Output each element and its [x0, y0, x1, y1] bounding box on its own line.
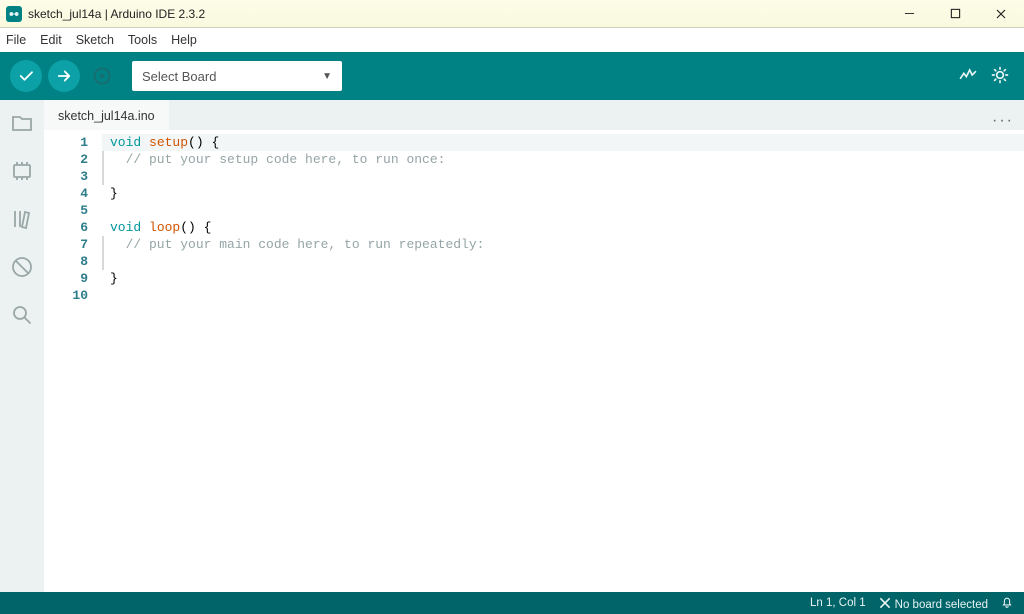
- code-editor[interactable]: 1 2 3 4 5 6 7 8 9 10 void setup() { // p…: [44, 130, 1024, 592]
- window-close-button[interactable]: [978, 0, 1024, 27]
- menu-edit[interactable]: Edit: [40, 33, 62, 47]
- board-selector[interactable]: Select Board ▼: [132, 61, 342, 91]
- arduino-app-icon: [6, 6, 22, 22]
- serial-plotter-button[interactable]: [958, 65, 978, 88]
- search-button[interactable]: [9, 302, 35, 328]
- boards-manager-button[interactable]: [9, 158, 35, 184]
- window-maximize-button[interactable]: [932, 0, 978, 27]
- verify-button[interactable]: [10, 60, 42, 92]
- debug-sidebar-button[interactable]: [9, 254, 35, 280]
- menu-sketch[interactable]: Sketch: [76, 33, 114, 47]
- notifications-button[interactable]: [1000, 595, 1014, 612]
- editor-tab-active[interactable]: sketch_jul14a.ino: [44, 100, 169, 130]
- chevron-down-icon: ▼: [322, 71, 332, 82]
- menu-bar: File Edit Sketch Tools Help: [0, 28, 1024, 52]
- menu-help[interactable]: Help: [171, 33, 197, 47]
- window-titlebar: sketch_jul14a | Arduino IDE 2.3.2: [0, 0, 1024, 28]
- window-minimize-button[interactable]: [886, 0, 932, 27]
- menu-file[interactable]: File: [6, 33, 26, 47]
- upload-button[interactable]: [48, 60, 80, 92]
- activity-sidebar: [0, 100, 44, 592]
- editor-tabbar: sketch_jul14a.ino ···: [44, 100, 1024, 130]
- debug-button[interactable]: [86, 60, 118, 92]
- serial-monitor-button[interactable]: [990, 65, 1010, 88]
- menu-tools[interactable]: Tools: [128, 33, 157, 47]
- library-manager-button[interactable]: [9, 206, 35, 232]
- code-content[interactable]: void setup() { // put your setup code he…: [98, 130, 1024, 592]
- line-gutter: 1 2 3 4 5 6 7 8 9 10: [44, 130, 98, 592]
- window-title: sketch_jul14a | Arduino IDE 2.3.2: [28, 7, 205, 21]
- board-selector-label: Select Board: [142, 69, 216, 84]
- tab-overflow-button[interactable]: ···: [982, 112, 1024, 130]
- toolbar: Select Board ▼: [0, 52, 1024, 100]
- sketchbook-button[interactable]: [9, 110, 35, 136]
- status-bar: Ln 1, Col 1 No board selected: [0, 592, 1024, 614]
- status-board[interactable]: No board selected: [878, 596, 988, 611]
- status-cursor-position[interactable]: Ln 1, Col 1: [810, 597, 866, 609]
- tab-label: sketch_jul14a.ino: [58, 109, 155, 123]
